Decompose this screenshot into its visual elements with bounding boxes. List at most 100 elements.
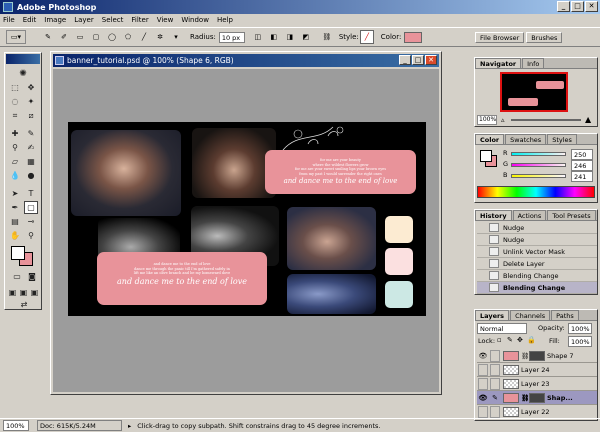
tool-preset-picker[interactable]: ▭▾ (6, 30, 26, 44)
layer-row[interactable]: Layer 22 (477, 405, 597, 419)
subtract-shape-icon[interactable]: ◧ (267, 30, 281, 44)
history-item[interactable]: Nudge (477, 222, 597, 234)
standard-mode-icon[interactable]: ▭ (10, 270, 24, 283)
marquee-tool-icon[interactable]: ⬚ (8, 81, 22, 94)
menu-image[interactable]: Image (44, 16, 66, 24)
freeform-pen-icon[interactable]: ✐ (57, 30, 71, 44)
lock-move-icon[interactable]: ✥ (517, 336, 523, 344)
menu-view[interactable]: View (157, 16, 174, 24)
ellipse-icon[interactable]: ◯ (105, 30, 119, 44)
clone-stamp-icon[interactable]: ⚲ (8, 141, 22, 154)
b-slider[interactable] (511, 174, 566, 178)
radius-input[interactable]: 10 px (218, 31, 245, 43)
g-slider[interactable] (511, 163, 566, 167)
history-item[interactable]: Unlink Vector Mask (477, 246, 597, 258)
link-icon[interactable] (490, 377, 500, 390)
slice-tool-icon[interactable]: ⧄ (24, 109, 38, 122)
lock-all-icon[interactable]: 🔒 (527, 336, 536, 344)
menu-filter[interactable]: Filter (131, 16, 148, 24)
tab-info[interactable]: Info (522, 58, 545, 68)
rounded-rectangle-icon[interactable]: ▢ (89, 30, 103, 44)
tab-tool-presets[interactable]: Tool Presets (547, 210, 596, 220)
history-item[interactable]: Delete Layer (477, 258, 597, 270)
shape-color-swatch[interactable] (404, 31, 423, 43)
add-shape-icon[interactable]: ◫ (251, 30, 265, 44)
menu-window[interactable]: Window (181, 16, 209, 24)
exclude-shape-icon[interactable]: ◩ (299, 30, 313, 44)
tab-channels[interactable]: Channels (510, 310, 551, 320)
navigator-zoom-field[interactable]: 100% (477, 115, 497, 125)
link-icon[interactable] (490, 363, 500, 376)
dodge-tool-icon[interactable]: ● (24, 169, 38, 182)
type-tool-icon[interactable]: T (24, 187, 38, 200)
blur-tool-icon[interactable]: 💧 (8, 169, 22, 182)
layer-row-selected[interactable]: 👁 ✎ ⛓ Shap... (477, 391, 597, 405)
brush-icon[interactable]: ✎ (490, 392, 500, 404)
cream-swatch-shape[interactable] (385, 216, 413, 243)
foreground-color-swatch[interactable] (11, 246, 25, 260)
doc-close-icon[interactable]: ✕ (425, 55, 437, 65)
tab-navigator[interactable]: Navigator (475, 58, 522, 68)
pink-lyric-box-top[interactable]: for me are your beauty where the wildest… (265, 150, 416, 194)
polygon-icon[interactable]: ⬠ (121, 30, 135, 44)
tab-styles[interactable]: Styles (547, 134, 577, 144)
color-spectrum-bar[interactable] (477, 186, 595, 198)
fill-input[interactable]: 100% (568, 336, 592, 347)
g-value[interactable]: 246 (571, 160, 593, 171)
line-icon[interactable]: ╱ (137, 30, 151, 44)
blend-mode-select[interactable]: Normal (477, 323, 527, 334)
move-tool-icon[interactable]: ✥ (24, 81, 38, 94)
status-zoom-field[interactable]: 100% (3, 420, 29, 431)
status-arrow-icon[interactable]: ▸ (128, 422, 131, 430)
zoom-tool-icon[interactable]: ⚲ (24, 229, 38, 242)
navigator-preview[interactable] (500, 72, 568, 112)
magic-wand-icon[interactable]: ✦ (24, 95, 38, 108)
intersect-shape-icon[interactable]: ◨ (283, 30, 297, 44)
layer-row[interactable]: Layer 23 (477, 377, 597, 391)
history-item[interactable]: Nudge (477, 234, 597, 246)
path-selection-icon[interactable]: ➤ (8, 187, 22, 200)
eye-icon[interactable] (478, 377, 488, 390)
maximize-icon[interactable]: □ (571, 1, 584, 12)
doc-maximize-icon[interactable]: □ (412, 55, 424, 65)
tab-layers[interactable]: Layers (475, 310, 510, 320)
rectangle-shape-icon[interactable]: ▭ (73, 30, 87, 44)
tab-actions[interactable]: Actions (512, 210, 547, 220)
banner-artwork[interactable]: for me are your beauty where the wildest… (68, 122, 426, 316)
menu-help[interactable]: Help (217, 16, 233, 24)
zoom-out-icon[interactable]: ▵ (501, 116, 505, 124)
tab-paths[interactable]: Paths (551, 310, 579, 320)
tab-color[interactable]: Color (475, 134, 505, 144)
eye-icon[interactable] (478, 363, 488, 376)
history-item-selected[interactable]: Blending Change (477, 282, 597, 294)
notes-tool-icon[interactable]: ▤ (8, 215, 22, 228)
zoom-in-icon[interactable]: ▲ (585, 115, 591, 124)
link-icon[interactable]: ⛓ (320, 30, 334, 44)
eye-icon[interactable]: 👁 (478, 392, 488, 404)
lock-brush-icon[interactable]: ✎ (507, 336, 513, 344)
r-value[interactable]: 250 (571, 149, 593, 160)
lasso-tool-icon[interactable]: ◌ (8, 95, 22, 108)
close-icon[interactable]: ✕ (585, 1, 598, 12)
link-icon[interactable] (490, 405, 500, 418)
quick-mask-icon[interactable]: ◙ (25, 270, 39, 283)
menu-layer[interactable]: Layer (74, 16, 94, 24)
eye-icon[interactable]: 👁 (478, 350, 488, 362)
opacity-input[interactable]: 100% (568, 323, 592, 334)
pink-lyric-box-bottom[interactable]: and dance me to the end of love dance me… (97, 252, 267, 305)
adobe-online-icon[interactable]: ✺ (8, 67, 38, 80)
mint-swatch-shape[interactable] (385, 281, 413, 308)
doc-minimize-icon[interactable]: _ (399, 55, 411, 65)
style-picker[interactable]: ╱ (359, 30, 374, 44)
layer-row[interactable]: Layer 24 (477, 363, 597, 377)
crop-tool-icon[interactable]: ⌗ (8, 109, 22, 122)
menu-select[interactable]: Select (102, 16, 124, 24)
layer-row[interactable]: 👁 ⛓ Shape 7 (477, 349, 597, 363)
jump-to-imageready-icon[interactable]: ⇄ (17, 298, 31, 311)
menu-edit[interactable]: Edit (23, 16, 37, 24)
file-browser-tab[interactable]: File Browser (475, 32, 525, 43)
healing-brush-icon[interactable]: ✚ (8, 127, 22, 140)
history-item[interactable]: Blending Change (477, 270, 597, 282)
custom-shape-icon[interactable]: ✲ (153, 30, 167, 44)
doc-size-readout[interactable]: Doc: 615K/5.24M (37, 420, 122, 431)
